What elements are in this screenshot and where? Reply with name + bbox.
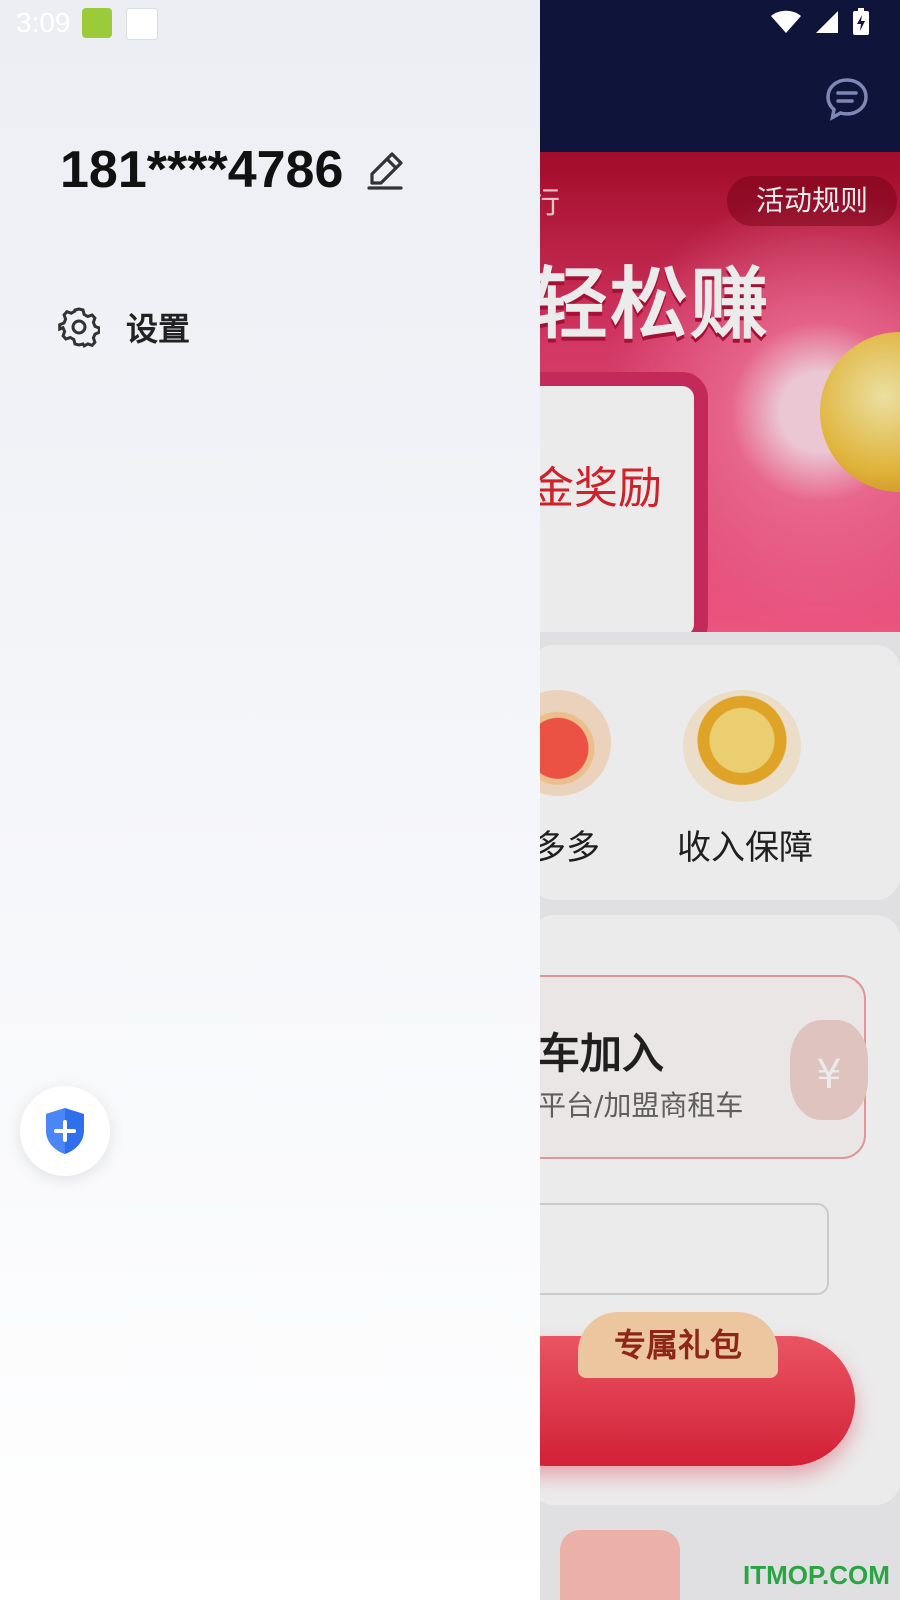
status-time: 3:09 <box>16 7 71 38</box>
navigation-drawer: 181****4786 设置 <box>0 0 540 1600</box>
status-icons <box>770 8 870 36</box>
gear-icon <box>58 307 100 348</box>
status-bar: 3:09 <box>0 0 900 48</box>
settings-menu-item[interactable]: 设置 <box>58 304 190 350</box>
shield-notification-icon <box>126 8 158 40</box>
shield-plus-icon <box>46 1108 84 1154</box>
battery-charging-icon <box>853 8 869 35</box>
user-info-row: 181****4786 <box>60 140 405 200</box>
app-notification-icon <box>82 8 112 38</box>
wifi-icon <box>771 10 801 33</box>
settings-label: 设置 <box>126 310 191 348</box>
security-float-button[interactable] <box>20 1086 110 1176</box>
phone-number: 181****4786 <box>60 141 344 199</box>
signal-icon <box>816 11 838 33</box>
edit-icon[interactable] <box>365 150 405 190</box>
